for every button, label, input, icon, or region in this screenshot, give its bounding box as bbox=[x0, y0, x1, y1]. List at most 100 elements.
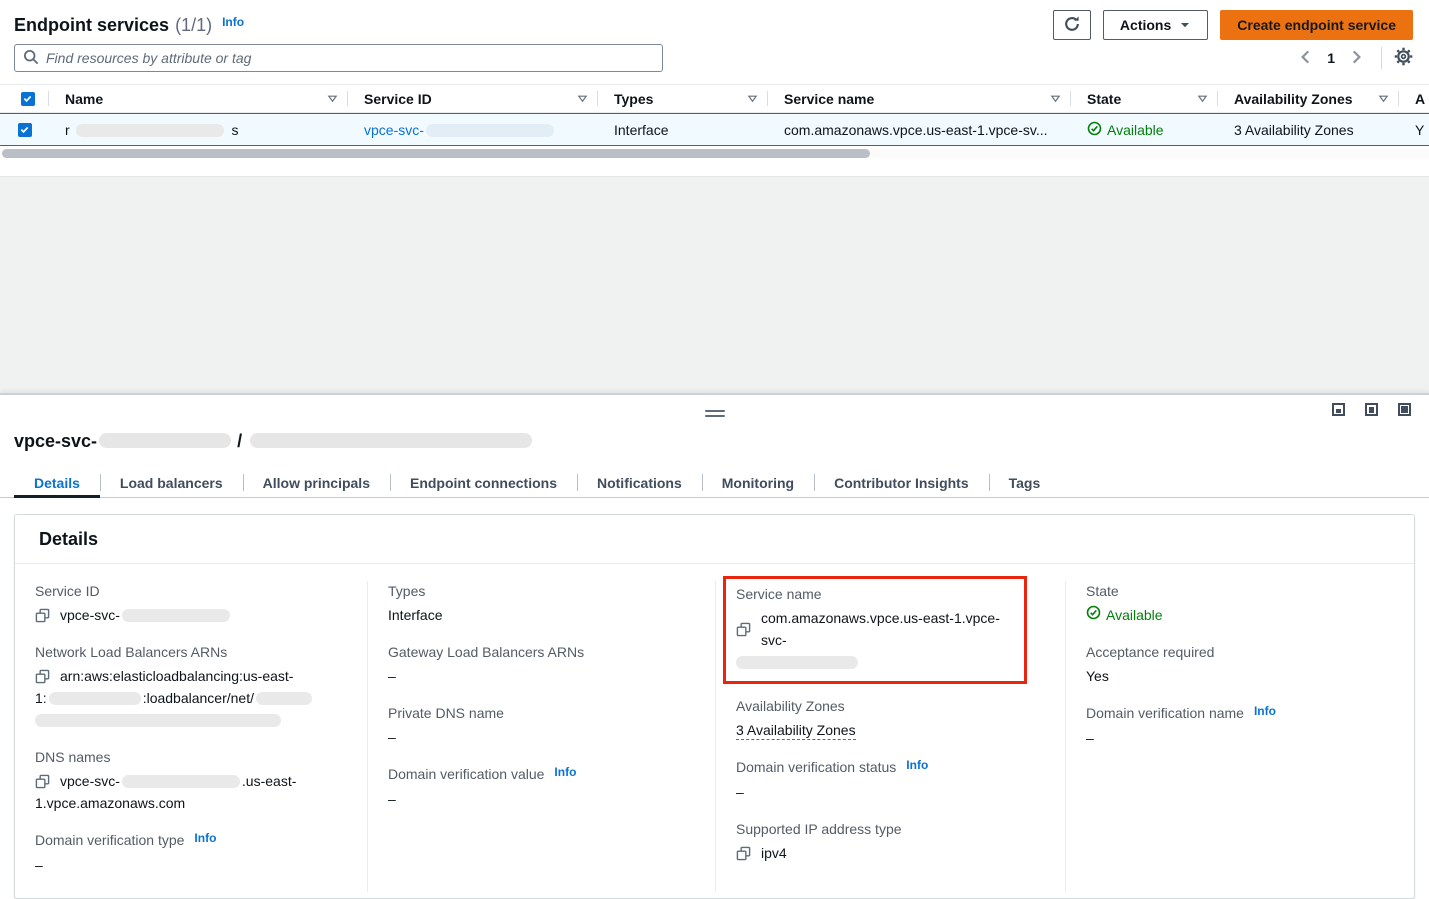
column-header-state[interactable]: State bbox=[1071, 85, 1218, 112]
column-header-availability-zones[interactable]: Availability Zones bbox=[1218, 85, 1399, 112]
panel-tabs: Details Load balancers Allow principals … bbox=[0, 468, 1429, 498]
cell-availability-zones: 3 Availability Zones bbox=[1218, 122, 1399, 138]
column-header-types[interactable]: Types bbox=[598, 85, 768, 112]
column-header-service-id[interactable]: Service ID bbox=[348, 85, 598, 112]
field-value: Yes bbox=[1086, 665, 1398, 687]
service-name-line2 bbox=[736, 651, 1014, 673]
current-page-number[interactable]: 1 bbox=[1327, 50, 1335, 66]
status-available-icon bbox=[1087, 121, 1102, 139]
field-label: Supported IP address type bbox=[736, 819, 1049, 839]
tab-endpoint-connections[interactable]: Endpoint connections bbox=[390, 468, 577, 497]
table-preferences-button[interactable] bbox=[1394, 47, 1413, 69]
create-endpoint-service-button[interactable]: Create endpoint service bbox=[1220, 10, 1413, 40]
sort-icon bbox=[747, 93, 758, 104]
tab-allow-principals[interactable]: Allow principals bbox=[243, 468, 390, 497]
actions-button[interactable]: Actions bbox=[1103, 10, 1208, 40]
availability-zones-popover-trigger[interactable]: 3 Availability Zones bbox=[736, 722, 856, 740]
column-label: State bbox=[1087, 91, 1121, 107]
field-nlb-arns: Network Load Balancers ARNs arn:aws:elas… bbox=[35, 642, 351, 731]
field-label: Domain verification value bbox=[388, 766, 544, 782]
sort-icon bbox=[327, 93, 338, 104]
details-card-body: Service ID vpce-svc- Network Load Balanc… bbox=[15, 564, 1414, 898]
redacted-lb-name bbox=[256, 692, 312, 705]
search-input[interactable] bbox=[46, 50, 654, 66]
state-text: Available bbox=[1106, 604, 1163, 626]
copy-icon[interactable] bbox=[35, 669, 50, 684]
field-label: Domain verification name bbox=[1086, 705, 1244, 721]
name-text-start: r bbox=[65, 122, 70, 138]
field-value: – bbox=[388, 665, 699, 687]
panel-title-prefix: vpce-svc- bbox=[14, 431, 97, 451]
domain-verification-type-info-link[interactable]: Info bbox=[194, 831, 216, 845]
panel-drag-handle[interactable] bbox=[705, 410, 725, 420]
table-header: Name Service ID Types Service name State… bbox=[0, 84, 1429, 113]
field-label: State bbox=[1086, 581, 1398, 601]
field-value: – bbox=[388, 788, 699, 810]
dns-name-prefix: vpce-svc- bbox=[60, 773, 120, 789]
previous-page-button[interactable] bbox=[1293, 45, 1319, 71]
tab-details[interactable]: Details bbox=[14, 468, 100, 497]
availability-zones-popover-trigger[interactable]: 3 Availability Zones bbox=[1234, 122, 1354, 138]
page-header: Endpoint services (1/1) Info Actions Cre… bbox=[0, 0, 1429, 41]
copy-icon[interactable] bbox=[35, 608, 50, 623]
panel-size-small-icon[interactable] bbox=[1332, 403, 1345, 416]
field-acceptance-required: Acceptance required Yes bbox=[1086, 642, 1398, 687]
dns-name-suffix: .us-east- bbox=[242, 773, 296, 789]
tab-load-balancers[interactable]: Load balancers bbox=[100, 468, 243, 497]
row-checkbox[interactable] bbox=[18, 123, 32, 137]
domain-verification-status-info-link[interactable]: Info bbox=[906, 758, 928, 772]
service-name-highlight-box: Service name com.amazonaws.vpce.us-east-… bbox=[723, 576, 1027, 684]
panel-chrome bbox=[0, 395, 1429, 421]
header-info-link[interactable]: Info bbox=[222, 15, 244, 29]
cell-name: r s bbox=[49, 122, 348, 138]
chevron-right-icon bbox=[1347, 48, 1365, 69]
select-all-checkbox[interactable] bbox=[21, 92, 35, 106]
supported-ip-value: ipv4 bbox=[761, 842, 787, 864]
sort-icon bbox=[577, 93, 588, 104]
field-supported-ip: Supported IP address type ipv4 bbox=[736, 819, 1049, 864]
copy-icon[interactable] bbox=[35, 774, 50, 789]
panel-size-large-icon[interactable] bbox=[1398, 403, 1411, 416]
caret-down-icon bbox=[1179, 19, 1191, 31]
field-label: Service ID bbox=[35, 581, 351, 601]
details-card-heading: Details bbox=[15, 515, 1414, 564]
tab-tags[interactable]: Tags bbox=[989, 468, 1061, 497]
copy-icon[interactable] bbox=[736, 846, 751, 861]
table-row[interactable]: r s vpce-svc- Interface com.amazonaws.vp… bbox=[0, 113, 1429, 146]
service-id-link[interactable]: vpce-svc- bbox=[364, 122, 554, 138]
service-name-prefix: com.amazonaws.vpce.us-east-1.vpce-svc- bbox=[761, 607, 1014, 651]
header-actions: Actions Create endpoint service bbox=[1053, 10, 1413, 40]
field-label: Service name bbox=[736, 584, 1014, 604]
horizontal-scrollbar-thumb[interactable] bbox=[2, 149, 870, 158]
redacted-title-name bbox=[250, 433, 532, 448]
tab-contributor-insights[interactable]: Contributor Insights bbox=[814, 468, 989, 497]
cell-service-name: com.amazonaws.vpce.us-east-1.vpce-sv... bbox=[768, 122, 1071, 138]
horizontal-scrollbar-track bbox=[0, 149, 1429, 158]
domain-verification-value-info-link[interactable]: Info bbox=[554, 765, 576, 779]
page-title: Endpoint services bbox=[14, 15, 169, 36]
next-page-button[interactable] bbox=[1343, 45, 1369, 71]
cell-types: Interface bbox=[598, 122, 768, 138]
column-label: Availability Zones bbox=[1234, 91, 1353, 107]
field-value: – bbox=[1086, 727, 1398, 749]
column-header-name[interactable]: Name bbox=[49, 85, 348, 112]
column-header-acceptance-partial[interactable]: A bbox=[1399, 85, 1429, 112]
redacted-service-name-tail bbox=[736, 656, 858, 669]
field-value: – bbox=[35, 854, 351, 876]
column-label: Name bbox=[65, 91, 103, 107]
tab-notifications[interactable]: Notifications bbox=[577, 468, 702, 497]
field-domain-verification-status: Domain verification statusInfo – bbox=[736, 757, 1049, 803]
domain-verification-name-info-link[interactable]: Info bbox=[1254, 704, 1276, 718]
refresh-button[interactable] bbox=[1053, 10, 1091, 40]
column-label: Types bbox=[614, 91, 653, 107]
field-label: Availability Zones bbox=[736, 696, 1049, 716]
column-header-service-name[interactable]: Service name bbox=[768, 85, 1071, 112]
copy-icon[interactable] bbox=[736, 622, 751, 637]
gear-icon bbox=[1394, 47, 1413, 69]
field-private-dns-name: Private DNS name – bbox=[388, 703, 699, 748]
sort-icon bbox=[1197, 93, 1208, 104]
field-value: – bbox=[736, 781, 1049, 803]
tab-monitoring[interactable]: Monitoring bbox=[702, 468, 814, 497]
panel-size-medium-icon[interactable] bbox=[1365, 403, 1378, 416]
field-service-id: Service ID vpce-svc- bbox=[35, 581, 351, 626]
